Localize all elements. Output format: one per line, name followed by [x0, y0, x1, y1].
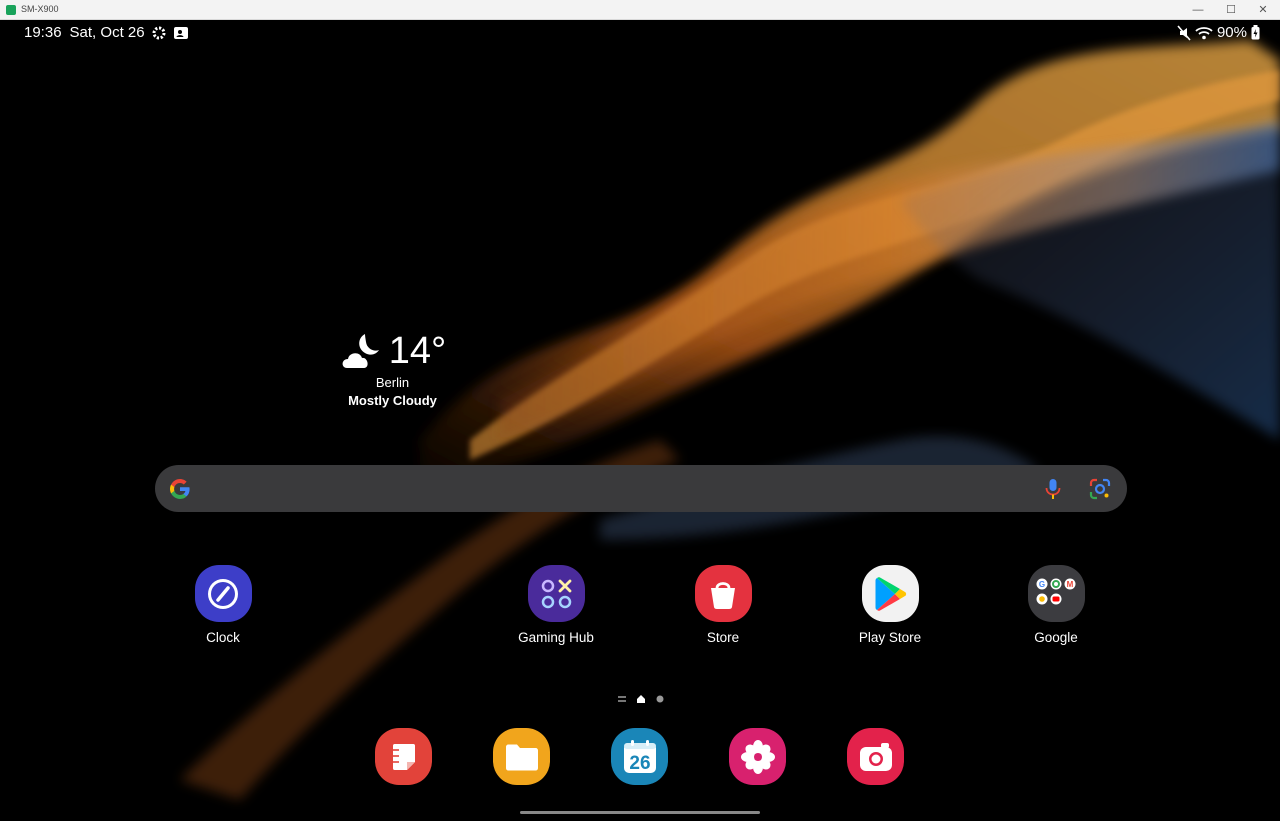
battery-percent: 90% [1216, 24, 1247, 41]
window-title: SM-X900 [21, 4, 59, 14]
google-g-icon [170, 479, 190, 499]
page-dot-icon [656, 695, 664, 703]
window-titlebar: SM-X900 — ☐ ✕ [0, 0, 1280, 20]
app-play-store[interactable]: Play Store [840, 565, 940, 645]
home-page-dot-icon [637, 695, 645, 703]
google-folder-icon: G M [1027, 565, 1085, 622]
app-label: Clock [206, 630, 240, 645]
play-store-icon [861, 565, 919, 622]
clock-icon [194, 565, 252, 622]
app-label: Play Store [858, 630, 922, 645]
galaxy-store-icon [694, 565, 752, 622]
calendar-day-number: 26 [629, 753, 650, 774]
battery-charging-icon [1251, 25, 1260, 40]
app-label: Store [706, 630, 740, 645]
close-window-button[interactable]: ✕ [1253, 2, 1273, 18]
mute-icon [1177, 24, 1191, 41]
page-list-icon [618, 696, 626, 702]
google-search-bar[interactable] [155, 465, 1127, 512]
app-label: Google [1034, 630, 1078, 645]
svg-text:G: G [1039, 580, 1045, 589]
minimize-button[interactable]: — [1188, 2, 1208, 18]
window-app-icon [6, 5, 16, 15]
app-gaming-hub[interactable]: Gaming Hub [506, 565, 606, 645]
status-date: Sat, Oct 26 [69, 24, 145, 41]
device-screen: 19:36 Sat, Oct 26 90% 14° Berlin Mostly … [0, 20, 1280, 821]
cloudy-night-icon [342, 333, 379, 368]
app-store[interactable]: Store [673, 565, 773, 645]
weather-condition: Mostly Cloudy [348, 393, 437, 408]
wifi-icon [1195, 26, 1213, 39]
settings-gear-icon [152, 26, 166, 39]
status-bar-right: 90% [1177, 24, 1260, 41]
emulator-window: SM-X900 — ☐ ✕ 19:36 Sat, Oct 26 90% 14° … [0, 0, 1280, 821]
camera-icon[interactable] [847, 728, 904, 785]
calendar-icon[interactable]: 26 [611, 728, 668, 785]
page-indicator[interactable] [618, 694, 664, 704]
status-bar-left: 19:36 Sat, Oct 26 [24, 24, 189, 41]
app-label: Gaming Hub [518, 630, 594, 645]
weather-widget[interactable]: 14° Berlin Mostly Cloudy [335, 330, 450, 408]
weather-temperature: 14° [388, 330, 447, 372]
app-google-folder[interactable]: G M Google [1006, 565, 1106, 645]
voice-search-mic-icon[interactable] [1043, 477, 1063, 501]
weather-city: Berlin [375, 375, 410, 390]
maximize-button[interactable]: ☐ [1221, 2, 1241, 18]
notes-icon[interactable] [375, 728, 432, 785]
gallery-icon[interactable] [729, 728, 786, 785]
app-clock[interactable]: Clock [173, 565, 273, 645]
gesture-navigation-handle[interactable] [520, 811, 760, 814]
google-lens-icon[interactable] [1088, 477, 1112, 501]
svg-text:M: M [1067, 580, 1074, 589]
status-time: 19:36 [24, 24, 62, 41]
gaming-hub-icon [527, 565, 585, 622]
account-card-icon [173, 26, 188, 39]
my-files-icon[interactable] [493, 728, 550, 785]
